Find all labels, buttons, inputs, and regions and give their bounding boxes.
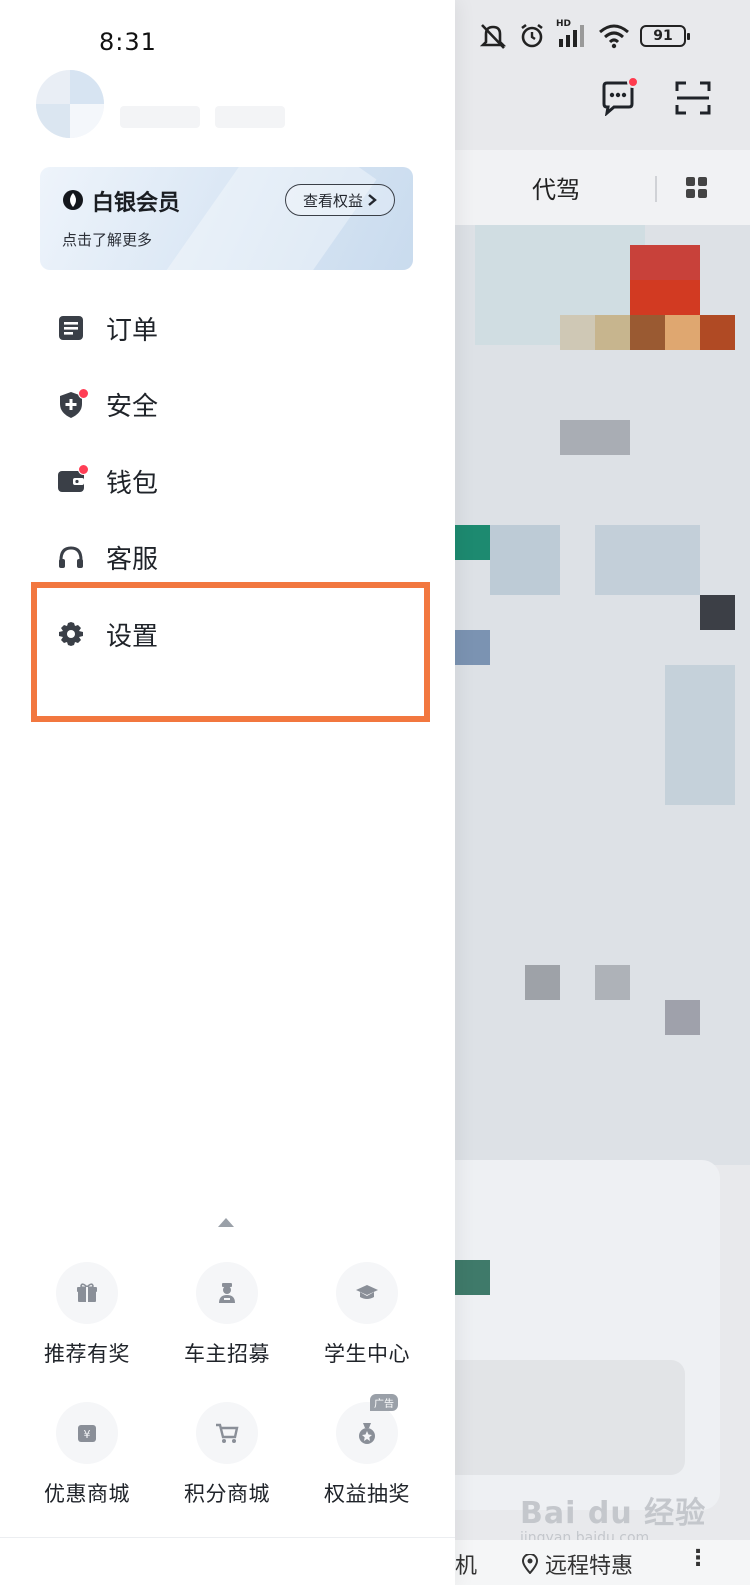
more-icon[interactable]: ⋮ — [687, 1546, 709, 1571]
bottom-card-input[interactable] — [455, 1360, 685, 1475]
shield-plus-icon — [57, 387, 89, 419]
member-subtitle: 点击了解更多 — [62, 231, 153, 249]
status-icons: HD 91 — [478, 19, 690, 50]
side-drawer: 8:31 白银会员 点击了解更多 查看权益 订单 安全 钱包 客服 设置 推荐有… — [0, 0, 455, 1585]
gift-icon — [56, 1262, 118, 1324]
service-label: 积分商城 — [184, 1482, 270, 1506]
collapse-arrow-icon[interactable] — [218, 1218, 234, 1227]
message-badge — [627, 76, 639, 88]
chevron-right-icon — [368, 194, 377, 206]
grid-menu-icon[interactable] — [685, 176, 709, 200]
menu-item-label: 钱包 — [106, 468, 159, 499]
view-benefits-button[interactable]: 查看权益 — [285, 184, 395, 216]
drawer-divider — [0, 1537, 455, 1538]
battery-indicator: 91 — [640, 25, 690, 47]
graduation-cap-icon — [336, 1262, 398, 1324]
bottom-nav-partial-label[interactable]: 机 — [455, 1548, 477, 1580]
menu-item-customer-service[interactable]: 客服 — [0, 520, 455, 597]
menu-item-settings[interactable]: 设置 — [0, 596, 455, 673]
yen-bag-icon: ¥ — [56, 1402, 118, 1464]
service-label: 权益抽奖 — [324, 1482, 410, 1506]
security-badge — [78, 387, 89, 399]
silver-member-icon — [63, 190, 83, 210]
bottom-card[interactable] — [455, 1160, 720, 1510]
menu-item-wallet[interactable]: 钱包 — [0, 443, 455, 520]
headset-icon — [57, 544, 85, 572]
top-actions — [600, 76, 712, 120]
user-info-redacted — [215, 106, 285, 128]
menu-item-orders[interactable]: 订单 — [0, 290, 455, 367]
avatar[interactable] — [36, 70, 104, 138]
cell-signal-icon: HD — [556, 19, 588, 49]
menu-item-label: 订单 — [106, 315, 159, 346]
service-referral-reward[interactable]: 推荐有奖 — [12, 1262, 162, 1368]
service-label: 车主招募 — [184, 1342, 270, 1366]
bottom-nav: 机 远程特惠 ⋮ — [455, 1540, 750, 1585]
gear-icon — [57, 620, 85, 648]
wallet-badge — [78, 464, 89, 476]
menu-item-label: 客服 — [106, 545, 159, 576]
menu-item-label: 设置 — [106, 621, 159, 652]
status-time: 8:31 — [99, 28, 157, 56]
service-tab-bar: 代驾 — [455, 150, 750, 225]
tab-divider — [655, 176, 657, 202]
member-title: 白银会员 — [92, 191, 181, 216]
username-redacted[interactable] — [120, 106, 200, 128]
wallet-icon — [57, 464, 89, 495]
menu-item-label: 安全 — [106, 392, 159, 423]
wifi-icon — [599, 24, 629, 49]
watermark-main: Bai du 经验 — [520, 1496, 707, 1531]
driver-icon — [196, 1262, 258, 1324]
service-label: 学生中心 — [324, 1342, 410, 1366]
location-pin-icon — [521, 1554, 539, 1574]
tab-daijia[interactable]: 代驾 — [532, 170, 580, 205]
drawer-menu: 订单 安全 钱包 客服 设置 — [0, 290, 455, 673]
bottom-nav-remote-label: 远程特惠 — [545, 1554, 634, 1579]
alarm-icon — [521, 23, 543, 48]
message-button[interactable] — [600, 76, 639, 120]
lottery-bag-icon: 广告 — [336, 1394, 398, 1464]
cart-icon — [196, 1402, 258, 1464]
service-discount-mall[interactable]: ¥ 优惠商城 — [12, 1402, 162, 1508]
svg-text:¥: ¥ — [84, 1428, 91, 1441]
menu-item-security[interactable]: 安全 — [0, 367, 455, 444]
service-student-center[interactable]: 学生中心 — [292, 1262, 442, 1368]
bottom-nav-remote[interactable]: 远程特惠 — [521, 1548, 633, 1580]
order-icon — [57, 314, 85, 342]
map-view[interactable] — [455, 225, 750, 1165]
service-label: 推荐有奖 — [44, 1342, 130, 1366]
service-points-mall[interactable]: 积分商城 — [152, 1402, 302, 1508]
mute-icon — [479, 24, 507, 49]
view-benefits-label: 查看权益 — [302, 191, 363, 210]
service-label: 优惠商城 — [44, 1482, 130, 1506]
service-driver-recruitment[interactable]: 车主招募 — [152, 1262, 302, 1368]
scan-icon[interactable] — [674, 80, 712, 116]
member-card[interactable]: 白银会员 点击了解更多 查看权益 — [40, 167, 413, 270]
battery-level: 91 — [653, 28, 673, 44]
service-rewards-lottery[interactable]: 广告 权益抽奖 — [292, 1394, 442, 1508]
ad-badge: 广告 — [370, 1394, 398, 1411]
watermark: Bai du 经验 jingyan.baidu.com — [520, 1488, 706, 1546]
